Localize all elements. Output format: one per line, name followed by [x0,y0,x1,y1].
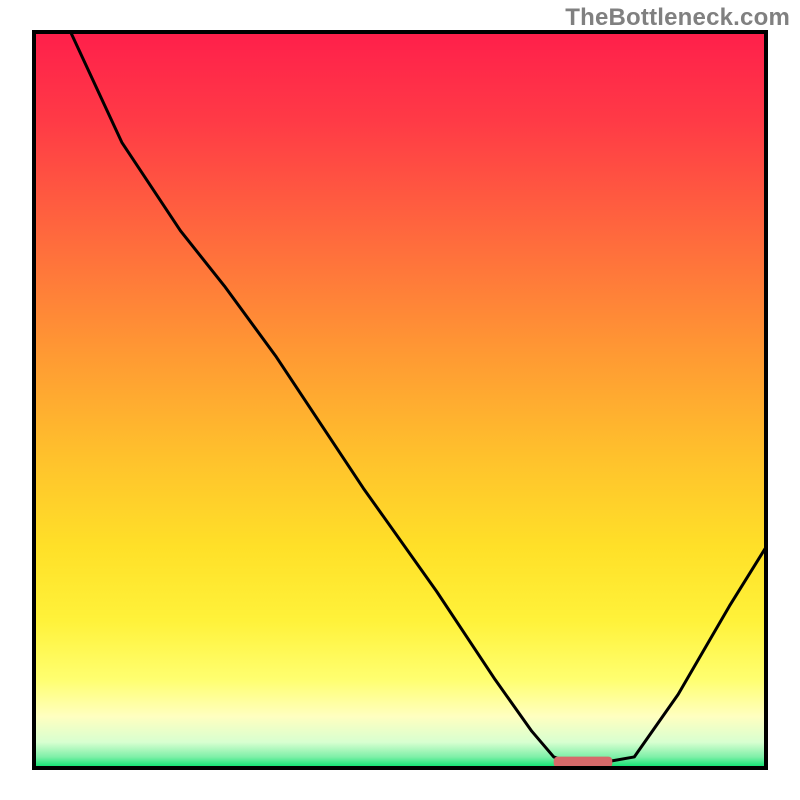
optimum-marker [554,757,613,768]
bottleneck-chart [0,0,800,800]
watermark-text: TheBottleneck.com [565,4,790,32]
gradient-background [34,32,766,768]
chart-stage: TheBottleneck.com [0,0,800,800]
